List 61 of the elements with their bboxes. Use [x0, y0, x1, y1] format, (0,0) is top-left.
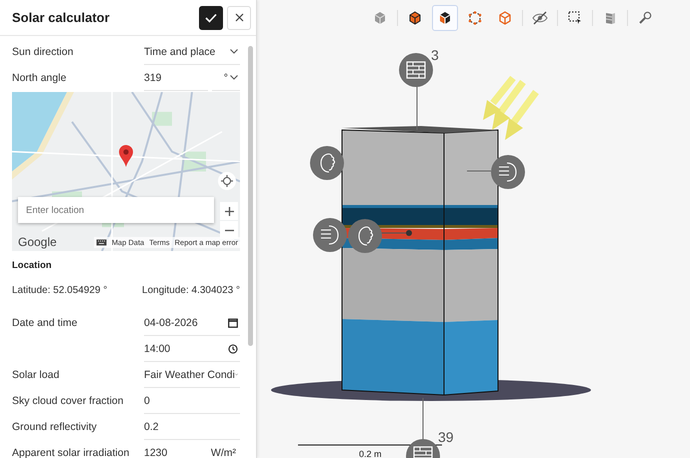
- section-heading: Location: [12, 260, 53, 271]
- map-pin-icon: [118, 144, 134, 168]
- field-label: Solar load: [12, 368, 60, 383]
- date-input[interactable]: 04-08-2026: [144, 310, 240, 336]
- caret-icon: [230, 75, 238, 80]
- crosshair-icon: [221, 175, 233, 187]
- leader-line: [416, 86, 418, 130]
- sun-rays-drawing: [483, 76, 539, 140]
- calendar-icon[interactable]: [228, 318, 238, 328]
- time-input[interactable]: 14:00: [144, 336, 240, 362]
- caret-icon: [230, 49, 238, 54]
- clock-icon[interactable]: [228, 344, 238, 354]
- scale-label: 0.2 m: [359, 449, 382, 458]
- box-select-icon: [568, 11, 582, 25]
- leader-line: [466, 170, 492, 172]
- unit-dropdown[interactable]: W/m²: [212, 440, 240, 458]
- probe-icon: [638, 11, 652, 25]
- convection-marker-icon: [348, 219, 382, 253]
- radiation-marker-icon: [313, 218, 347, 252]
- field-label: Ground reflectivity: [12, 420, 98, 435]
- cube-icon: [373, 11, 387, 25]
- field-label: North angle: [12, 71, 68, 86]
- panel-title: Solar calculator: [12, 10, 111, 25]
- hide-icon: [532, 11, 548, 25]
- latitude-text: Latitude: 52.054929 °: [12, 285, 108, 296]
- zoom-in-button[interactable]: [220, 202, 238, 220]
- close-icon: [234, 13, 244, 22]
- wall-marker-icon: [399, 53, 433, 87]
- field-label: Date and time: [12, 316, 78, 331]
- field-label: Apparent solar irradiation: [12, 446, 130, 458]
- field-label: Sun direction: [12, 45, 74, 60]
- marker-count: 39: [438, 429, 454, 445]
- keyboard-icon[interactable]: [96, 238, 107, 246]
- leader-line: [422, 398, 424, 440]
- radiation-marker-icon: [491, 155, 525, 189]
- location-input[interactable]: Enter location: [18, 197, 214, 223]
- number-input[interactable]: 319: [144, 65, 208, 91]
- text-input[interactable]: 0: [144, 388, 240, 414]
- leader-line: [380, 232, 408, 234]
- plus-icon: [224, 206, 234, 216]
- unit-dropdown[interactable]: °: [212, 65, 240, 91]
- convection-marker-icon: [310, 146, 344, 180]
- wall-marker-icon: [406, 439, 440, 458]
- confirm-button[interactable]: [199, 6, 223, 30]
- close-button[interactable]: [227, 6, 251, 30]
- layered-cube-icon: [603, 11, 617, 25]
- cube-edges-icon: [498, 11, 512, 25]
- check-icon: [205, 12, 217, 22]
- cube-icon: [408, 11, 422, 25]
- text-input[interactable]: 0.2: [144, 414, 240, 440]
- longitude-text: Longitude: 4.304023 °: [142, 285, 240, 296]
- anchor-dot: [406, 230, 412, 236]
- cube-vertices-icon: [468, 11, 482, 25]
- map-logo: Google: [17, 235, 57, 249]
- cube-icon: [438, 11, 452, 25]
- dropdown[interactable]: Fair Weather Condi: [144, 362, 240, 388]
- dropdown[interactable]: Time and place: [144, 39, 240, 65]
- toolbar-button[interactable]: [432, 5, 458, 31]
- field-label: Sky cloud cover fraction: [12, 394, 124, 409]
- number-input[interactable]: 1230: [144, 440, 208, 458]
- marker-count: 3: [431, 47, 439, 63]
